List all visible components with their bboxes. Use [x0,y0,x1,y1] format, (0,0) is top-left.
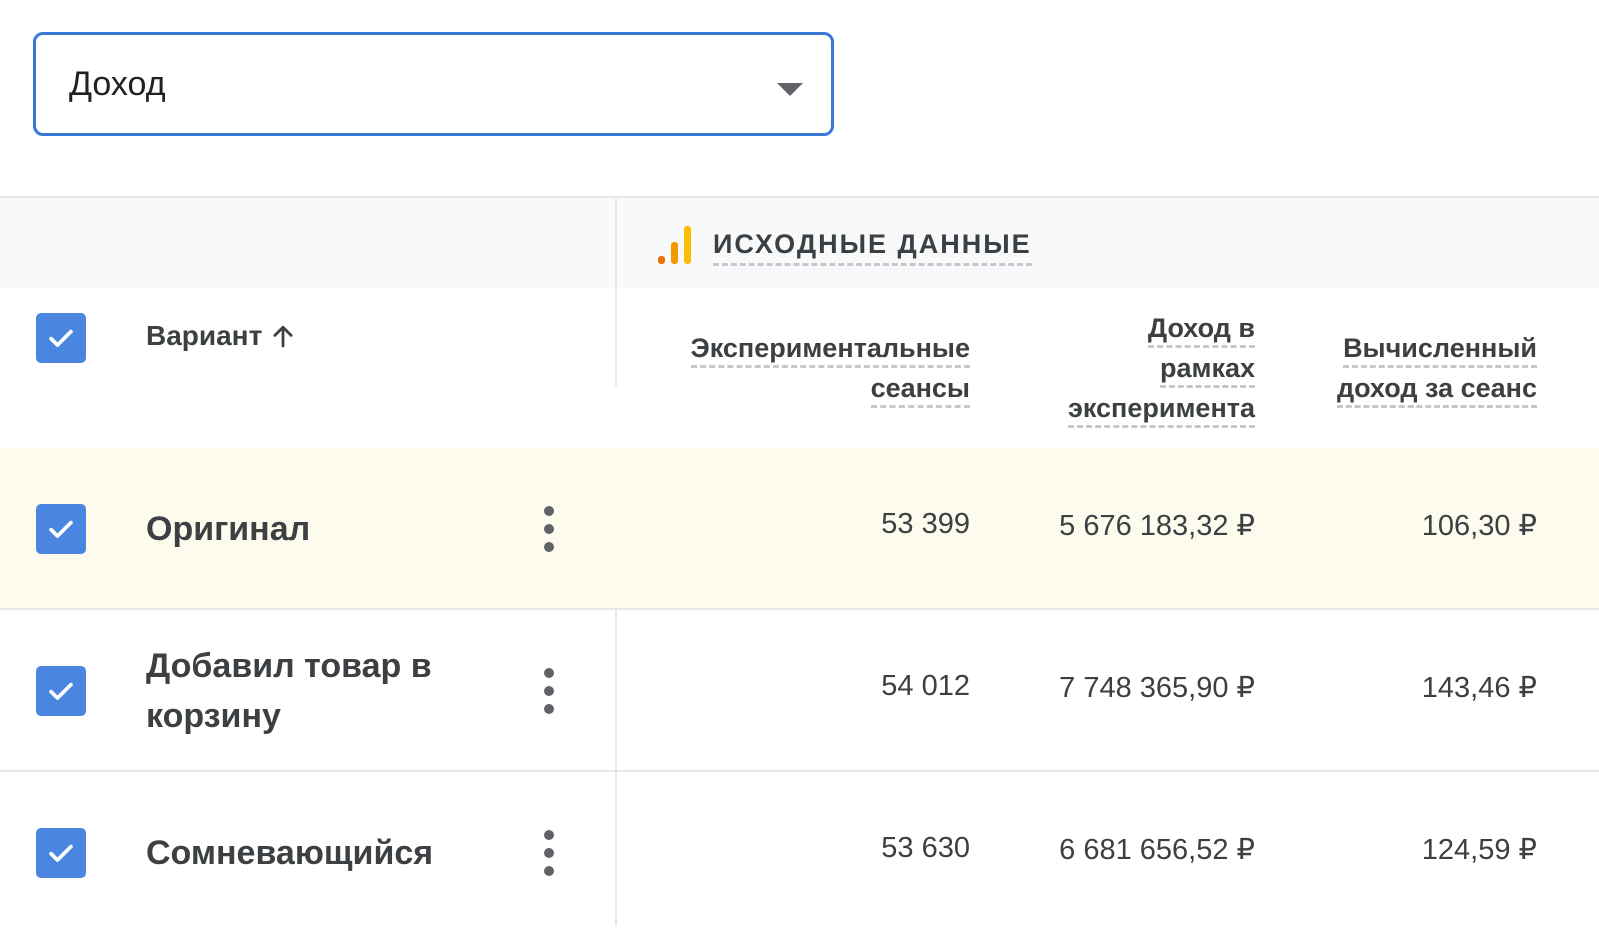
dropdown-caret-icon[interactable] [777,83,803,96]
sessions-column-header[interactable]: Экспериментальные сеансы [650,328,970,408]
sessions-cell: 53 399 [881,508,970,540]
divider [615,198,617,386]
revenue-column-header[interactable]: Доход в рамках эксперимента [1015,308,1255,428]
header-line: Доход в [1147,313,1255,348]
analytics-bars-icon [658,226,692,264]
variant-column-label: Вариант [146,320,263,351]
table-row[interactable]: Сомневающийся 53 630 6 681 656,52 ₽ 124,… [0,772,1599,934]
sessions-cell: 53 630 [881,832,970,864]
row-checkbox[interactable] [36,666,86,716]
variant-name: Добавил товар в корзину [146,647,432,735]
variant-name: Сомневающийся [146,834,434,872]
metric-dropdown[interactable]: Доход [33,32,834,136]
metric-dropdown-value: Доход [69,65,166,103]
row-checkbox[interactable] [36,504,86,554]
header-line: сеансы [870,373,970,408]
select-all-checkbox[interactable] [36,313,86,363]
revenue-per-session-column-header[interactable]: Вычисленный доход за сеанс [1277,328,1537,408]
revenue-cell: 7 748 365,90 ₽ [1059,672,1255,704]
check-icon [49,844,73,862]
revenue-cell: 6 681 656,52 ₽ [1059,834,1255,866]
header-line: Вычисленный [1343,333,1537,368]
header-line: Экспериментальные [690,333,970,368]
check-icon [49,329,73,347]
check-icon [49,682,73,700]
check-icon [49,520,73,538]
variant-name: Оригинал [146,510,311,548]
variant-column-header[interactable]: Вариант [146,320,298,352]
header-line: эксперимента [1067,393,1255,428]
header-line: рамках [1159,353,1255,388]
revenue-cell: 5 676 183,32 ₽ [1059,510,1255,542]
more-options-icon[interactable] [536,828,562,878]
sessions-cell: 54 012 [881,670,970,702]
revenue-per-session-cell: 124,59 ₽ [1421,834,1537,866]
column-group-title[interactable]: ИСХОДНЫЕ ДАННЫЕ [713,229,1032,266]
table-row[interactable]: Добавил товар в корзину 54 012 7 748 365… [0,610,1599,772]
more-options-icon[interactable] [536,504,562,554]
row-checkbox[interactable] [36,828,86,878]
table-row[interactable]: Оригинал 53 399 5 676 183,32 ₽ 106,30 ₽ [0,448,1599,610]
revenue-per-session-cell: 106,30 ₽ [1421,510,1537,542]
sort-ascending-icon[interactable] [268,321,298,351]
header-line: доход за сеанс [1336,373,1537,408]
more-options-icon[interactable] [536,666,562,716]
revenue-per-session-cell: 143,46 ₽ [1421,672,1537,704]
results-table: ИСХОДНЫЕ ДАННЫЕ Вариант Экспериментальны… [0,196,1599,926]
